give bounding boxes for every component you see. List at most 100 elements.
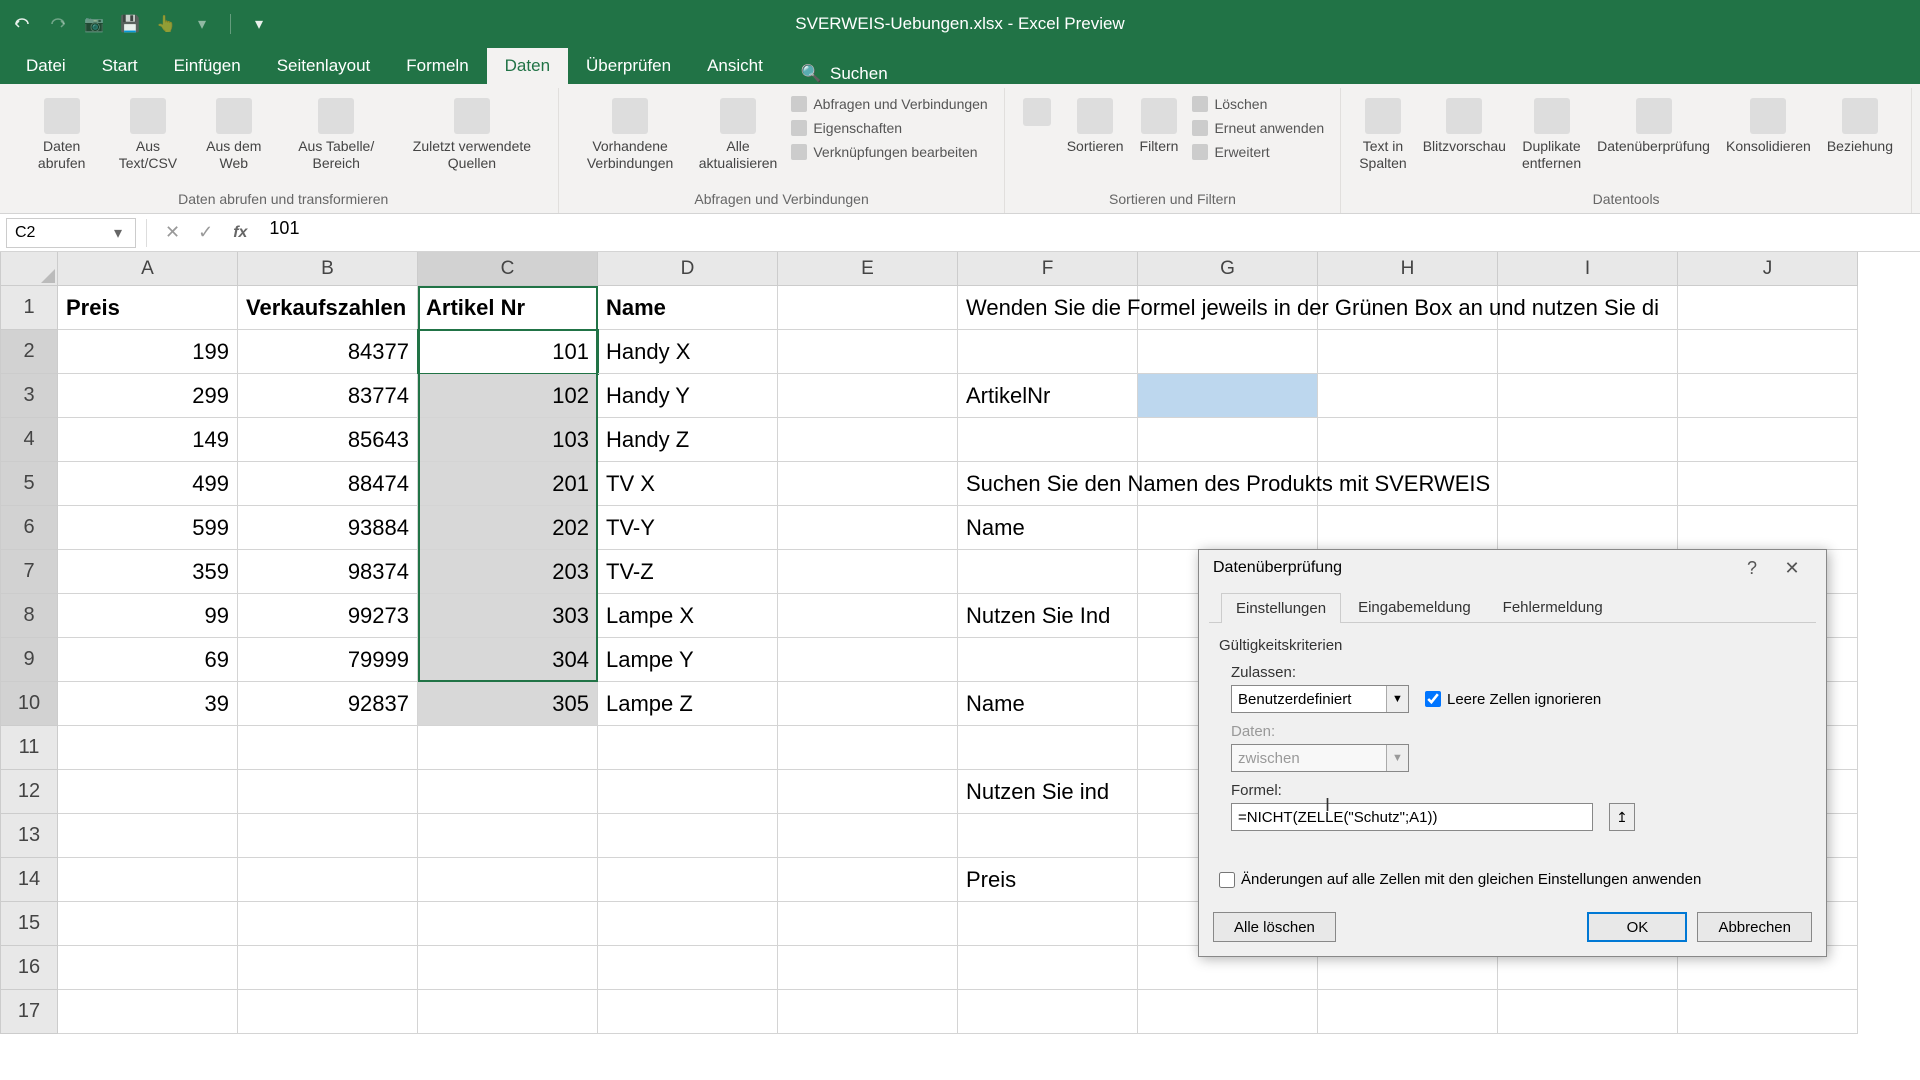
formula-field[interactable]	[1231, 803, 1593, 831]
col-header-A[interactable]: A	[58, 252, 238, 286]
cell[interactable]: ArtikelNr	[958, 374, 1138, 418]
cell[interactable]	[238, 858, 418, 902]
touch-mode-button[interactable]: 👆	[154, 12, 178, 36]
cell[interactable]: Preis	[958, 858, 1138, 902]
dialog-close-button[interactable]: ✕	[1772, 558, 1812, 579]
tab-ueberpruefen[interactable]: Überprüfen	[568, 48, 689, 84]
blitzvorschau-button[interactable]: Blitzvorschau	[1417, 94, 1512, 159]
cell[interactable]: 359	[58, 550, 238, 594]
cell[interactable]	[418, 770, 598, 814]
cell[interactable]: TV-Z	[598, 550, 778, 594]
cell[interactable]: 69	[58, 638, 238, 682]
cancel-formula-icon[interactable]: ✕	[165, 222, 180, 243]
cell[interactable]	[958, 550, 1138, 594]
cell[interactable]	[1318, 374, 1498, 418]
cell[interactable]: Preis	[58, 286, 238, 330]
cell[interactable]	[1678, 286, 1858, 330]
cell[interactable]	[958, 418, 1138, 462]
camera-icon[interactable]: 📷	[82, 12, 106, 36]
redo-button[interactable]	[46, 12, 70, 36]
cell[interactable]	[778, 770, 958, 814]
cell[interactable]: 599	[58, 506, 238, 550]
dialog-help-button[interactable]: ?	[1732, 558, 1772, 579]
row-header[interactable]: 9	[0, 638, 58, 682]
cell[interactable]	[778, 726, 958, 770]
cell[interactable]	[58, 726, 238, 770]
cell[interactable]	[238, 814, 418, 858]
cell[interactable]: Lampe Y	[598, 638, 778, 682]
row-header[interactable]: 12	[0, 770, 58, 814]
cell[interactable]: 92837	[238, 682, 418, 726]
cell[interactable]: 84377	[238, 330, 418, 374]
cell[interactable]	[958, 814, 1138, 858]
cell[interactable]: 101	[418, 330, 598, 374]
cell[interactable]	[1498, 374, 1678, 418]
cell[interactable]: 305	[418, 682, 598, 726]
cell[interactable]: Name	[598, 286, 778, 330]
col-header-C[interactable]: C	[418, 252, 598, 286]
cell[interactable]: 303	[418, 594, 598, 638]
row-header[interactable]: 6	[0, 506, 58, 550]
cell[interactable]	[1318, 990, 1498, 1034]
cell[interactable]: 499	[58, 462, 238, 506]
text-in-spalten-button[interactable]: Text in Spalten	[1353, 94, 1412, 176]
fx-icon[interactable]: fx	[221, 224, 259, 242]
sort-az-button[interactable]	[1017, 94, 1057, 130]
cell[interactable]	[1318, 330, 1498, 374]
tell-me-search[interactable]: 🔍 Suchen	[801, 64, 888, 84]
cell[interactable]	[58, 902, 238, 946]
cell[interactable]	[958, 946, 1138, 990]
ok-button[interactable]: OK	[1587, 912, 1687, 942]
cell[interactable]: TV-Y	[598, 506, 778, 550]
cell[interactable]	[1138, 506, 1318, 550]
cell[interactable]	[1498, 330, 1678, 374]
cell[interactable]: 88474	[238, 462, 418, 506]
cell[interactable]	[778, 682, 958, 726]
apply-all-checkbox[interactable]: Änderungen auf alle Zellen mit den gleic…	[1219, 871, 1806, 888]
duplikate-entfernen-button[interactable]: Duplikate entfernen	[1516, 94, 1587, 176]
cell[interactable]: 79999	[238, 638, 418, 682]
vorhandene-verbindungen-button[interactable]: Vorhandene Verbindungen	[571, 94, 688, 176]
cell[interactable]	[598, 814, 778, 858]
col-header-I[interactable]: I	[1498, 252, 1678, 286]
cell[interactable]	[778, 330, 958, 374]
col-header-D[interactable]: D	[598, 252, 778, 286]
cell[interactable]	[1678, 990, 1858, 1034]
cell[interactable]: 99	[58, 594, 238, 638]
cell[interactable]	[958, 330, 1138, 374]
allow-select[interactable]: Benutzerdefiniert ▼	[1231, 685, 1409, 713]
cell[interactable]	[418, 858, 598, 902]
row-header[interactable]: 14	[0, 858, 58, 902]
formula-input[interactable]: 101	[259, 218, 1920, 248]
qat-customize-button[interactable]: ▾	[247, 12, 271, 36]
filter-loeschen-button[interactable]: Löschen	[1188, 94, 1328, 114]
col-header-G[interactable]: G	[1138, 252, 1318, 286]
aus-text-csv-button[interactable]: Aus Text/CSV	[107, 94, 188, 176]
cell[interactable]	[1678, 506, 1858, 550]
cell[interactable]: Handy X	[598, 330, 778, 374]
cell[interactable]	[58, 814, 238, 858]
cell[interactable]: 93884	[238, 506, 418, 550]
cell[interactable]	[418, 814, 598, 858]
cell[interactable]: 202	[418, 506, 598, 550]
cell[interactable]	[778, 462, 958, 506]
cell[interactable]: 149	[58, 418, 238, 462]
cell[interactable]	[1318, 418, 1498, 462]
cell[interactable]: 99273	[238, 594, 418, 638]
cell[interactable]	[958, 638, 1138, 682]
cell[interactable]	[1138, 374, 1318, 418]
cell[interactable]	[1678, 374, 1858, 418]
cell[interactable]	[58, 770, 238, 814]
beziehung-button[interactable]: Beziehung	[1821, 94, 1899, 159]
row-header[interactable]: 2	[0, 330, 58, 374]
col-header-H[interactable]: H	[1318, 252, 1498, 286]
cell[interactable]: Artikel Nr	[418, 286, 598, 330]
dialog-titlebar[interactable]: Datenüberprüfung ? ✕	[1199, 550, 1826, 586]
cell[interactable]	[778, 286, 958, 330]
tab-seitenlayout[interactable]: Seitenlayout	[259, 48, 389, 84]
cell[interactable]	[58, 858, 238, 902]
sortieren-button[interactable]: Sortieren	[1061, 94, 1130, 159]
aus-dem-web-button[interactable]: Aus dem Web	[193, 94, 275, 176]
daten-abrufen-button[interactable]: Daten abrufen	[20, 94, 103, 176]
row-header[interactable]: 16	[0, 946, 58, 990]
